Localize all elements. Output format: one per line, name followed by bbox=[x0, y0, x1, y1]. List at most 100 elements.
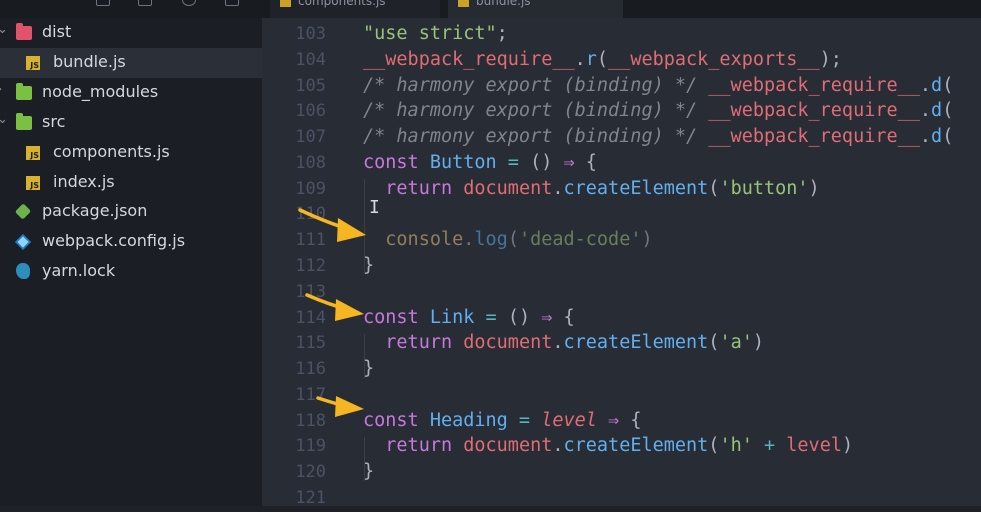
toolbar-icon[interactable] bbox=[96, 0, 110, 6]
toolbar-icon[interactable] bbox=[182, 0, 196, 6]
tree-item-label: package.json bbox=[42, 201, 148, 220]
code-token: "use strict" bbox=[363, 23, 497, 44]
code-line[interactable]: 105 /* harmony export (binding) */ __webp… bbox=[262, 74, 981, 100]
code-line[interactable]: 114 const Link = () ⇒ { bbox=[262, 306, 981, 332]
code-line[interactable]: 120} bbox=[262, 460, 981, 486]
tree-item-label: yarn.lock bbox=[42, 261, 116, 280]
code-token: return bbox=[385, 435, 464, 456]
folder-green-icon bbox=[16, 83, 32, 100]
code-line[interactable]: 113 bbox=[262, 280, 981, 306]
code-line[interactable]: 104 __webpack_require__.r(__webpack_expor… bbox=[262, 48, 981, 74]
code-line[interactable]: 106 /* harmony export (binding) */ __webp… bbox=[262, 99, 981, 125]
code-token: log bbox=[474, 229, 508, 250]
code-token: 'a' bbox=[719, 332, 753, 353]
code-token: } bbox=[363, 255, 375, 276]
code-line[interactable]: 118 const Heading = level ⇒ { bbox=[262, 409, 981, 435]
code-token: __webpack_require__ bbox=[363, 49, 575, 70]
code-text: } bbox=[363, 358, 374, 379]
code-token: 'dead-code' bbox=[518, 229, 642, 250]
code-token: d bbox=[931, 75, 943, 96]
code-token: d bbox=[931, 100, 943, 121]
code-token: . bbox=[552, 332, 564, 353]
tab-bundle-js[interactable]: bundle.js bbox=[448, 0, 623, 18]
code-token: ) bbox=[641, 229, 653, 250]
code-line[interactable]: 116} bbox=[262, 357, 981, 383]
tree-folder-dist[interactable]: ⌄ dist bbox=[0, 18, 262, 48]
code-text: return document.createElement('a') bbox=[363, 332, 764, 353]
code-line[interactable]: 109 return document.createElement('butto… bbox=[262, 177, 981, 203]
code-token: { bbox=[574, 152, 597, 173]
code-token: console bbox=[385, 229, 464, 250]
line-number: 112 bbox=[295, 256, 326, 276]
code-token: { bbox=[552, 307, 575, 328]
code-text: /* harmony export (binding) */ __webpack… bbox=[363, 75, 953, 96]
code-text: /* harmony export (binding) */ __webpack… bbox=[363, 100, 953, 121]
tree-folder-src[interactable]: ⌄ src bbox=[0, 108, 262, 138]
code-token: level bbox=[786, 435, 842, 456]
code-editor[interactable]: I 103 "use strict"; 104 __webpack_require__… bbox=[262, 18, 981, 508]
code-line[interactable]: 115 return document.createElement('a') bbox=[262, 331, 981, 357]
code-text: const Heading = level ⇒ { bbox=[363, 410, 641, 431]
tree-item-label: dist bbox=[42, 22, 72, 41]
chevron-down-icon: ⌄ bbox=[0, 112, 8, 127]
code-token: ); bbox=[819, 49, 842, 70]
code-token: { bbox=[619, 410, 642, 431]
tree-file-components-js[interactable]: JS components.js bbox=[0, 138, 262, 168]
tree-file-yarn-lock[interactable]: yarn.lock bbox=[0, 257, 262, 287]
chevron-down-icon: ⌄ bbox=[0, 22, 8, 37]
js-file-icon: JS bbox=[26, 146, 40, 160]
line-number: 105 bbox=[295, 76, 326, 96]
code-text: return document.createElement('h' + leve… bbox=[363, 435, 853, 456]
code-line[interactable]: 121 bbox=[262, 486, 981, 512]
line-number: 119 bbox=[295, 436, 326, 456]
code-token: = bbox=[496, 152, 531, 173]
tree-file-package-json[interactable]: package.json bbox=[0, 197, 262, 227]
code-token: . bbox=[574, 49, 586, 70]
tree-item-label: node_modules bbox=[42, 82, 159, 101]
code-line[interactable]: 119 return document.createElement('h' + … bbox=[262, 434, 981, 460]
code-text: console.log('dead-code') bbox=[363, 229, 653, 250]
tree-file-webpack-config[interactable]: webpack.config.js bbox=[0, 227, 262, 257]
js-file-icon bbox=[280, 0, 291, 7]
code-line[interactable]: 111 console.log('dead-code') bbox=[262, 228, 981, 254]
code-line[interactable]: 103 "use strict"; bbox=[262, 22, 981, 48]
code-token: createElement bbox=[563, 178, 709, 199]
line-number: 103 bbox=[295, 24, 326, 44]
tab-components-js[interactable]: components.js bbox=[270, 0, 440, 18]
tab-label: bundle.js bbox=[476, 0, 531, 8]
code-token: ⇒ bbox=[596, 410, 620, 431]
tree-item-label: webpack.config.js bbox=[42, 231, 186, 250]
code-line[interactable]: 117 bbox=[262, 383, 981, 409]
code-token: const bbox=[363, 152, 430, 173]
code-line[interactable]: 110 bbox=[262, 202, 981, 228]
tree-file-bundle-js[interactable]: JS bundle.js bbox=[0, 48, 262, 78]
code-token: } bbox=[363, 358, 375, 379]
line-number: 109 bbox=[295, 179, 326, 199]
line-number: 108 bbox=[295, 153, 326, 173]
file-tree-sidebar: ⌄ dist JS bundle.js › node_modules ⌄ src… bbox=[0, 18, 262, 506]
code-line[interactable]: 107 /* harmony export (binding) */ __webp… bbox=[262, 125, 981, 151]
code-text: const Link = () ⇒ { bbox=[363, 307, 575, 328]
code-token: Link bbox=[429, 307, 475, 328]
code-token: ⇒ bbox=[563, 152, 575, 173]
toolbar-icon[interactable] bbox=[138, 0, 152, 6]
toolbar-icon[interactable] bbox=[225, 0, 239, 6]
yarn-icon bbox=[16, 263, 30, 279]
code-token: . bbox=[463, 229, 475, 250]
tree-folder-node-modules[interactable]: › node_modules bbox=[0, 78, 262, 108]
code-token: . bbox=[919, 100, 932, 121]
code-token: ( bbox=[596, 49, 609, 70]
line-number: 114 bbox=[295, 308, 326, 328]
code-token: return bbox=[385, 178, 464, 199]
code-text: __webpack_require__.r(__webpack_exports_… bbox=[363, 49, 842, 70]
code-line[interactable]: 112} bbox=[262, 254, 981, 280]
line-number: 106 bbox=[295, 101, 326, 121]
tree-file-index-js[interactable]: JS index.js bbox=[0, 168, 262, 198]
code-token: __webpack_require__ bbox=[708, 126, 920, 147]
js-file-icon bbox=[458, 0, 469, 7]
code-token: () bbox=[530, 152, 564, 173]
code-line[interactable]: 108 const Button = () ⇒ { bbox=[262, 151, 981, 177]
code-token: ) bbox=[752, 332, 764, 353]
